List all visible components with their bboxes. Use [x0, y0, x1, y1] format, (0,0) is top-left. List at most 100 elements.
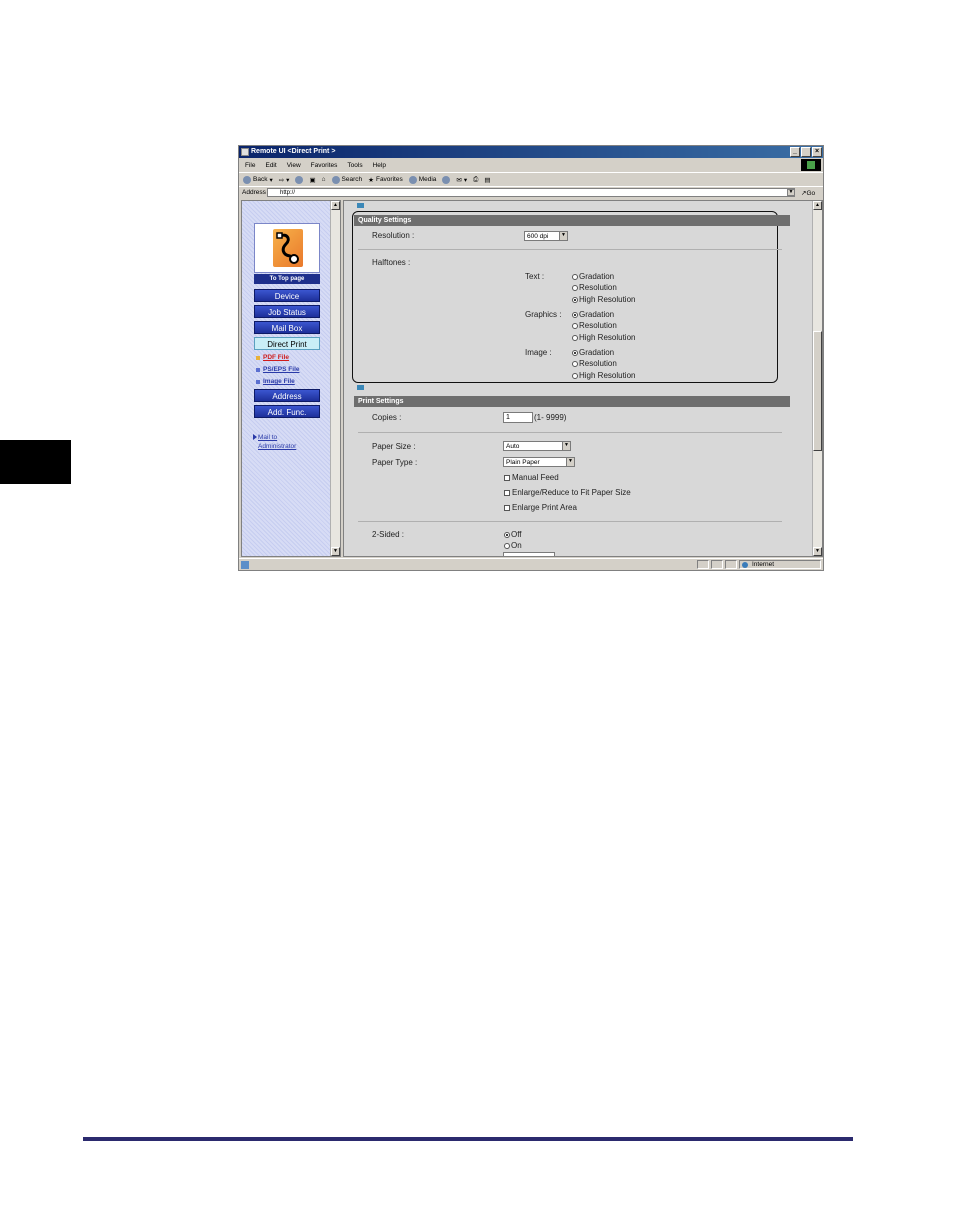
main-content-frame: Quality Settings Resolution : 600 dpi ▼ …: [343, 200, 823, 557]
paper-size-select[interactable]: Auto ▼: [503, 441, 571, 451]
bullet-icon: [256, 379, 260, 384]
stop-button[interactable]: [295, 175, 304, 184]
address-button[interactable]: Address: [254, 389, 320, 402]
menu-favorites[interactable]: Favorites: [311, 162, 338, 169]
text-gradation-radio[interactable]: Gradation: [572, 272, 614, 281]
text-resolution-radio[interactable]: Resolution: [572, 283, 617, 292]
remote-ui-logo-icon: [273, 229, 303, 267]
address-dropdown-icon[interactable]: ▼: [787, 189, 795, 196]
top-page-button[interactable]: To Top page: [254, 274, 320, 284]
address-input[interactable]: http://: [267, 188, 795, 197]
browser-window: Remote UI <Direct Print > _ × File Edit …: [238, 145, 824, 571]
paper-type-select[interactable]: Plain Paper ▼: [503, 457, 575, 467]
pdf-file-link[interactable]: PDF File: [256, 354, 289, 361]
graphics-gradation-radio[interactable]: Gradation: [572, 310, 614, 319]
print-button[interactable]: ⎙: [473, 176, 478, 184]
scroll-thumb[interactable]: [813, 331, 822, 451]
chevron-down-icon: ▼: [566, 458, 574, 466]
edit-icon: ▤: [484, 176, 491, 184]
scroll-up-icon[interactable]: ▲: [813, 201, 822, 210]
copies-input[interactable]: 1: [503, 412, 533, 423]
image-high-resolution-radio[interactable]: High Resolution: [572, 371, 635, 380]
graphics-resolution-radio[interactable]: Resolution: [572, 321, 617, 330]
job-status-button[interactable]: Job Status: [254, 305, 320, 318]
two-sided-off-radio[interactable]: Off: [504, 530, 522, 539]
window-controls: _ ×: [790, 147, 822, 157]
history-button[interactable]: [442, 175, 451, 184]
forward-button[interactable]: ⇨ ▾: [279, 176, 290, 184]
scroll-down-icon[interactable]: ▼: [813, 547, 822, 556]
logo-box[interactable]: [254, 223, 320, 273]
graphics-label: Graphics :: [525, 310, 562, 319]
mail-to-administrator-link[interactable]: Mail to Administrator: [253, 433, 296, 451]
menu-bar: File Edit View Favorites Tools Help: [239, 159, 823, 171]
paper-size-label: Paper Size :: [372, 442, 416, 451]
left-scrollbar[interactable]: ▲ ▼: [330, 201, 340, 556]
media-button[interactable]: Media: [408, 175, 436, 184]
resolution-label: Resolution :: [372, 231, 415, 240]
page-top-anchor-icon[interactable]: [357, 203, 364, 208]
back-button[interactable]: Back ▾: [243, 175, 273, 184]
mail-box-button[interactable]: Mail Box: [254, 321, 320, 334]
left-nav-frame: To Top page Device Job Status Mail Box D…: [241, 200, 341, 557]
two-sided-label: 2-Sided :: [372, 530, 405, 539]
divider: [358, 249, 782, 250]
direct-print-button[interactable]: Direct Print: [254, 337, 320, 350]
print-settings-header: Print Settings: [354, 396, 790, 407]
chapter-tab: [0, 440, 71, 484]
manual-feed-checkbox[interactable]: Manual Feed: [504, 473, 559, 482]
search-button[interactable]: Search: [331, 175, 362, 184]
main-scrollbar[interactable]: ▲ ▼: [812, 201, 822, 556]
image-gradation-radio[interactable]: Gradation: [572, 348, 614, 357]
footer-rule: [83, 1137, 853, 1141]
image-label: Image :: [525, 348, 552, 357]
history-icon: [442, 175, 451, 184]
two-sided-on-radio[interactable]: On: [504, 541, 522, 550]
menu-edit[interactable]: Edit: [265, 162, 276, 169]
refresh-button[interactable]: ▣: [309, 176, 315, 184]
two-sided-option-select[interactable]: [503, 552, 555, 556]
image-resolution-radio[interactable]: Resolution: [572, 359, 617, 368]
security-zone: Internet: [739, 560, 821, 569]
mail-button[interactable]: ✉ ▾: [456, 176, 467, 184]
paper-type-label: Paper Type :: [372, 458, 418, 467]
device-button[interactable]: Device: [254, 289, 320, 302]
page-icon: [241, 148, 249, 156]
edit-button[interactable]: ▤: [484, 176, 490, 184]
chevron-down-icon: ▼: [559, 232, 567, 240]
menu-file[interactable]: File: [245, 162, 255, 169]
chevron-down-icon: ▼: [562, 442, 570, 450]
scroll-down-icon[interactable]: ▼: [331, 547, 340, 556]
close-button[interactable]: ×: [812, 147, 822, 157]
text-high-resolution-radio[interactable]: High Resolution: [572, 295, 635, 304]
refresh-icon: ▣: [309, 176, 316, 184]
copies-label: Copies :: [372, 413, 402, 422]
image-file-link[interactable]: Image File: [256, 378, 295, 385]
home-button[interactable]: ⌂: [322, 176, 326, 183]
home-icon: ⌂: [321, 176, 326, 183]
minimize-button[interactable]: _: [790, 147, 800, 157]
divider: [358, 432, 782, 433]
go-button[interactable]: ↗Go: [801, 189, 815, 197]
graphics-high-resolution-radio[interactable]: High Resolution: [572, 333, 635, 342]
page-top-anchor-icon[interactable]: [357, 385, 364, 390]
ps-eps-file-link[interactable]: PS/EPS File: [256, 366, 300, 373]
favorites-button[interactable]: ★ Favorites: [368, 176, 403, 184]
favorites-icon: ★: [368, 176, 374, 184]
mail-icon: ✉: [456, 176, 462, 184]
halftones-label: Halftones :: [372, 258, 411, 267]
enlarge-print-area-checkbox[interactable]: Enlarge Print Area: [504, 503, 577, 512]
add-func-button[interactable]: Add. Func.: [254, 405, 320, 418]
printer-icon: ⎙: [473, 175, 479, 183]
stop-icon: [295, 175, 304, 184]
scroll-up-icon[interactable]: ▲: [331, 201, 340, 210]
menu-tools[interactable]: Tools: [347, 162, 362, 169]
enlarge-reduce-checkbox[interactable]: Enlarge/Reduce to Fit Paper Size: [504, 488, 631, 497]
resolution-select[interactable]: 600 dpi ▼: [524, 231, 568, 241]
status-bar: Internet: [239, 558, 823, 570]
maximize-button[interactable]: [801, 147, 811, 157]
menu-view[interactable]: View: [287, 162, 301, 169]
manual-page: Remote UI <Direct Print > _ × File Edit …: [0, 0, 954, 1227]
menu-help[interactable]: Help: [373, 162, 386, 169]
bullet-icon: [256, 367, 260, 372]
